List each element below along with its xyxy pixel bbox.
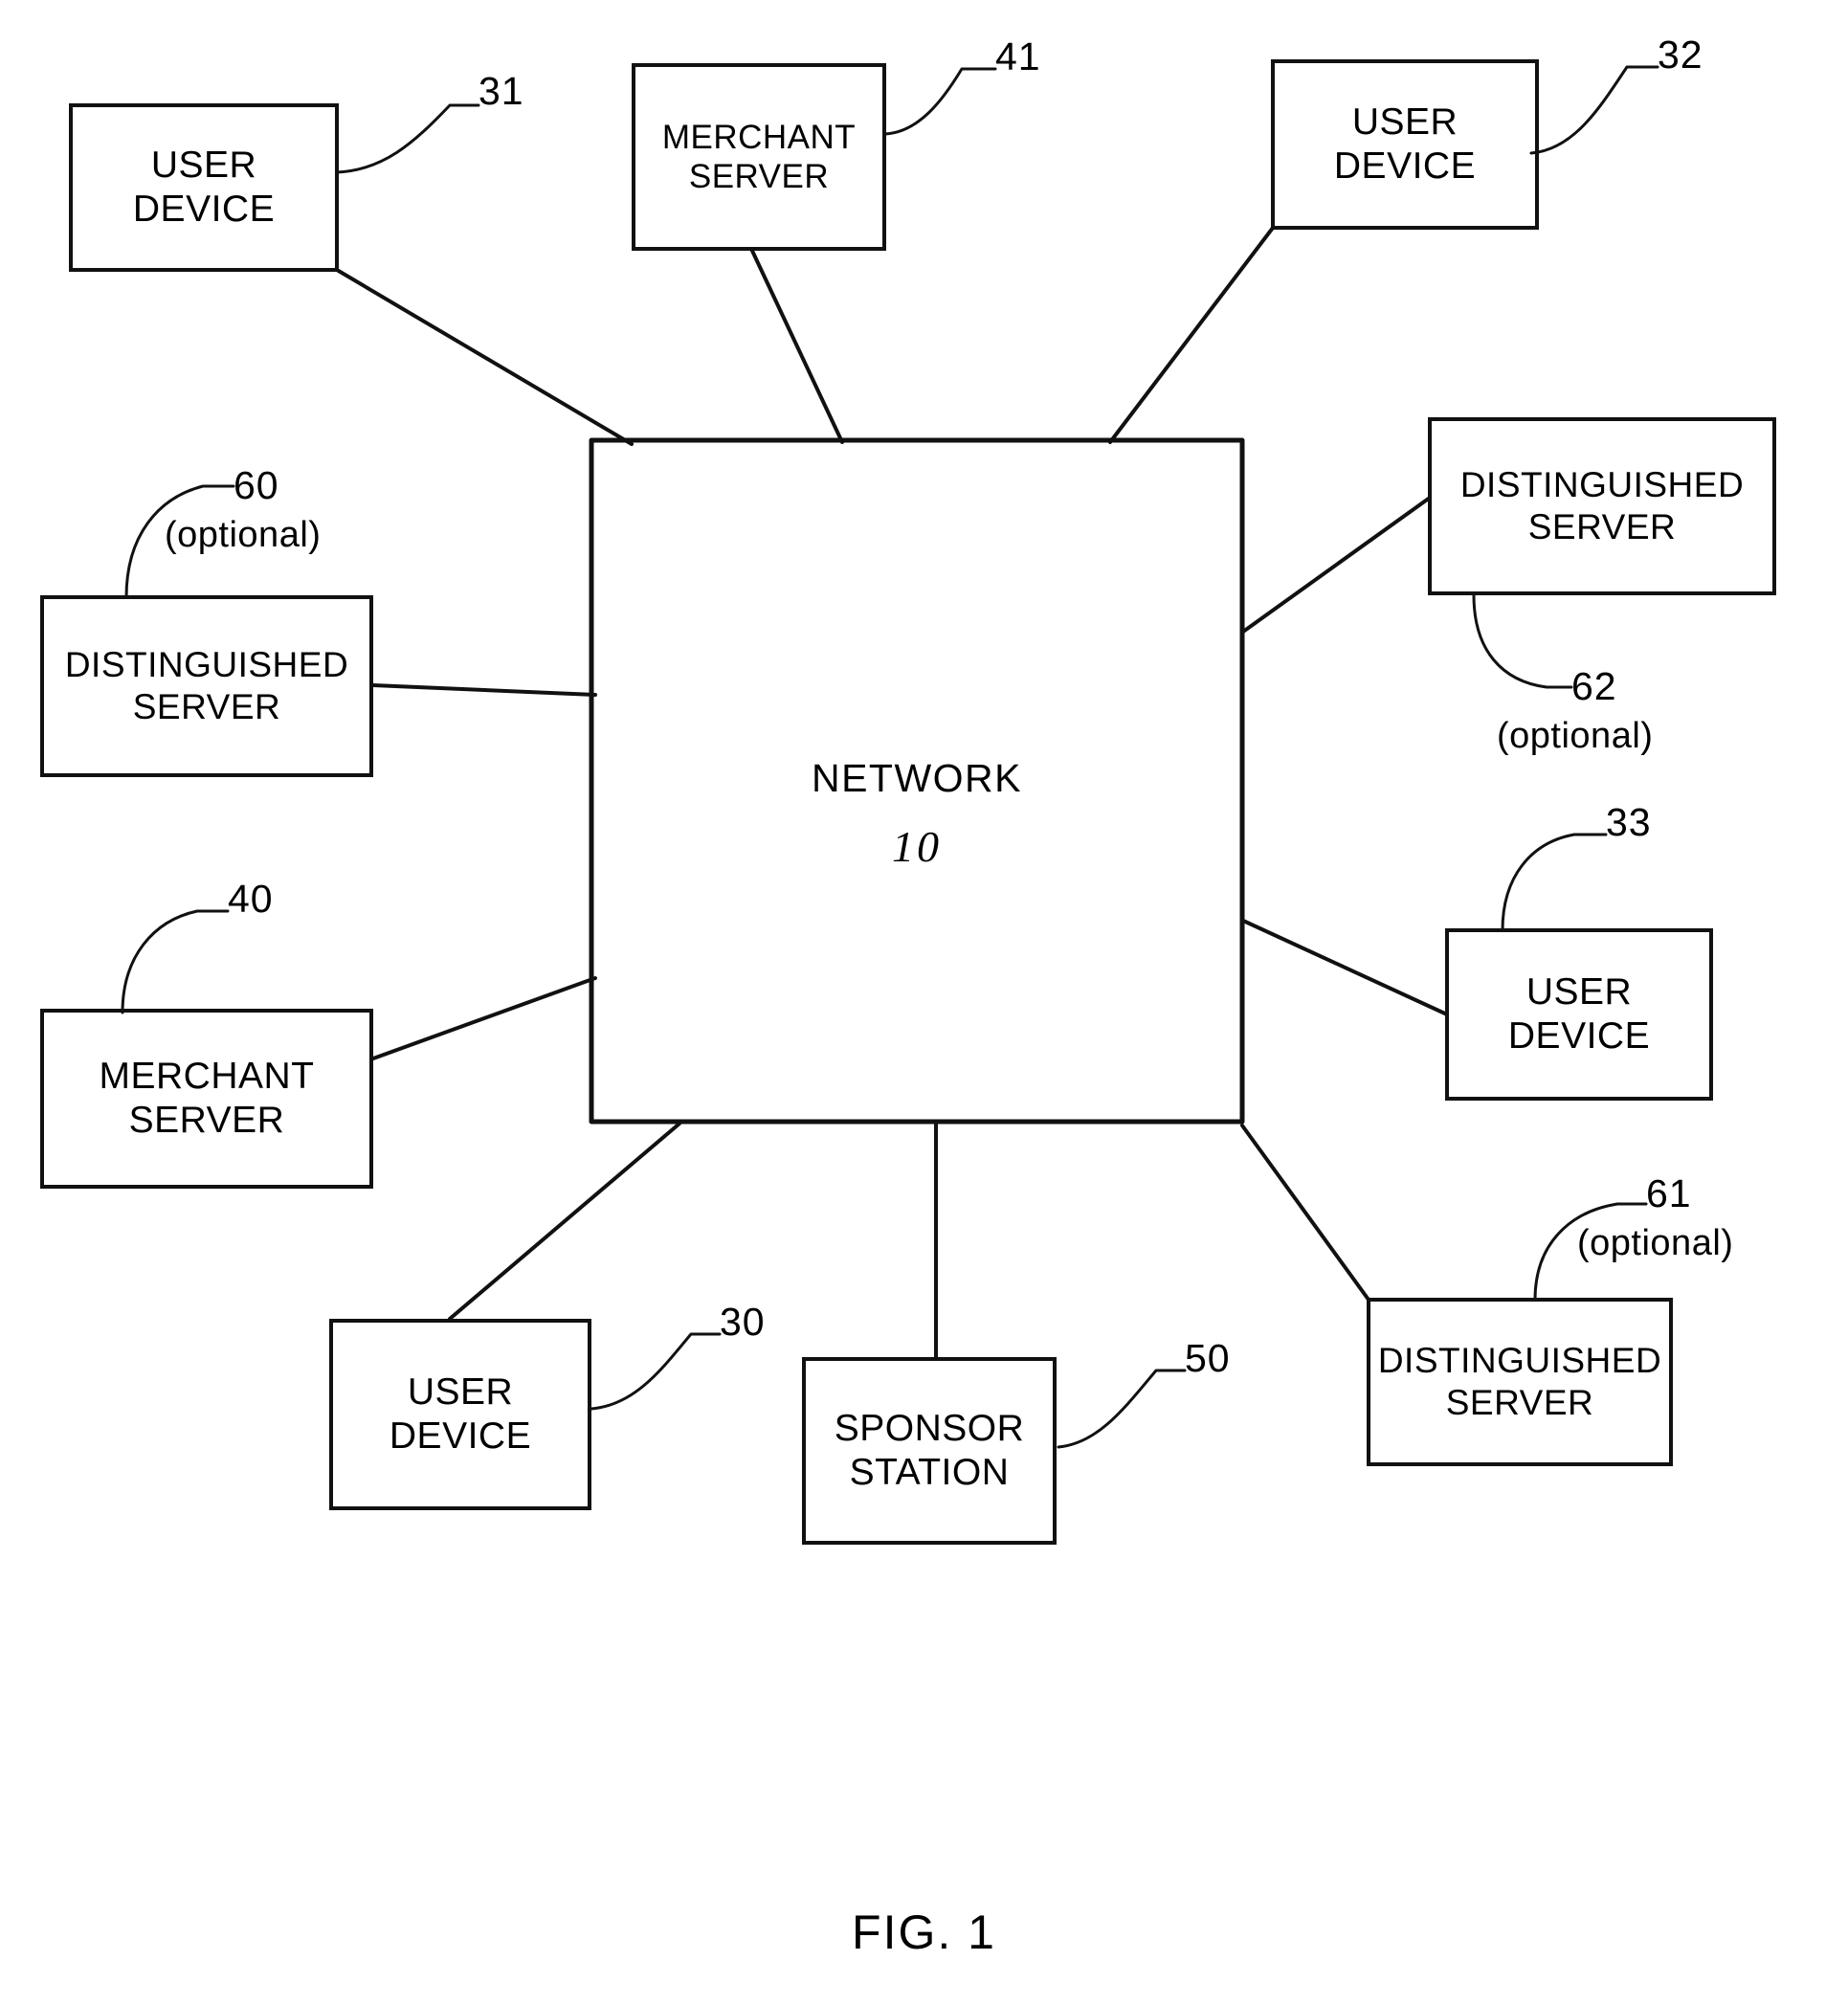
optional-label-60: (optional): [165, 515, 322, 555]
link-user-device-30: [448, 1122, 681, 1321]
node-merchant-server-40[interactable]: MERCHANT SERVER: [40, 1009, 373, 1189]
node-label-line2: SERVER: [688, 158, 830, 195]
link-user-device-32: [1108, 226, 1275, 444]
leader-line-33: [1501, 833, 1608, 932]
reference-numeral-61: 61: [1646, 1171, 1692, 1215]
reference-numeral-60: 60: [234, 463, 279, 507]
link-distinguished-server-62: [1241, 496, 1432, 634]
node-distinguished-server-61[interactable]: DISTINGUISHED SERVER: [1367, 1298, 1673, 1466]
link-user-device-33: [1241, 919, 1449, 1016]
node-label-line2: STATION: [849, 1452, 1010, 1493]
node-label-line1: DISTINGUISHED: [64, 645, 349, 685]
reference-numeral-62: 62: [1571, 664, 1617, 708]
link-user-device-31: [335, 268, 634, 446]
node-label-line2: DEVICE: [132, 189, 276, 230]
node-label-line1: USER: [150, 144, 257, 186]
node-label-line1: USER: [1351, 100, 1458, 143]
network-reference-numeral: 10: [892, 822, 942, 871]
leader-line-62: [1472, 593, 1573, 689]
leader-line-32: [1529, 65, 1659, 155]
reference-numeral-40: 40: [228, 877, 274, 921]
link-merchant-server-41: [750, 249, 844, 444]
figure-page: NETWORK 10 USER DEVICE 31 MERCHANT SERVE…: [0, 0, 1848, 2005]
node-label-line1: DISTINGUISHED: [1459, 465, 1745, 505]
node-label-line1: USER: [407, 1370, 514, 1413]
reference-numeral-32: 32: [1658, 33, 1703, 77]
node-user-device-31[interactable]: USER DEVICE: [69, 103, 339, 272]
reference-numeral-30: 30: [720, 1300, 766, 1344]
node-user-device-32[interactable]: USER DEVICE: [1271, 59, 1539, 230]
network-title: NETWORK: [811, 756, 1023, 800]
node-label-line1: DISTINGUISHED: [1377, 1341, 1662, 1381]
node-label-line2: SERVER: [1527, 507, 1677, 546]
leader-line-30: [590, 1332, 722, 1411]
figure-caption: FIG. 1: [852, 1905, 996, 1959]
node-label-line1: SPONSOR: [834, 1407, 1025, 1449]
reference-numeral-50: 50: [1185, 1336, 1231, 1380]
reference-numeral-41: 41: [995, 34, 1041, 78]
leader-line-40: [121, 909, 230, 1014]
node-merchant-server-41[interactable]: MERCHANT SERVER: [632, 63, 886, 251]
link-merchant-server-40: [371, 976, 597, 1060]
optional-label-62: (optional): [1497, 716, 1654, 756]
node-label-line2: SERVER: [132, 687, 281, 726]
node-distinguished-server-60[interactable]: DISTINGUISHED SERVER: [40, 595, 373, 777]
leader-line-50: [1057, 1369, 1187, 1449]
node-label-line1: USER: [1525, 970, 1633, 1013]
node-label-line2: SERVER: [1445, 1383, 1594, 1422]
node-user-device-33[interactable]: USER DEVICE: [1445, 928, 1713, 1101]
node-user-device-30[interactable]: USER DEVICE: [329, 1319, 591, 1510]
link-distinguished-server-60: [371, 683, 597, 697]
node-label-line1: MERCHANT: [661, 118, 857, 156]
node-label-line1: MERCHANT: [99, 1055, 315, 1097]
node-label-line2: DEVICE: [1333, 145, 1477, 187]
reference-numeral-33: 33: [1606, 800, 1652, 844]
node-label-line2: SERVER: [128, 1100, 285, 1141]
node-distinguished-server-62[interactable]: DISTINGUISHED SERVER: [1428, 417, 1776, 595]
node-label-line2: DEVICE: [389, 1415, 532, 1457]
leader-line-41: [883, 67, 997, 136]
leader-line-31: [335, 103, 480, 174]
reference-numeral-31: 31: [479, 69, 524, 113]
node-sponsor-station-50[interactable]: SPONSOR STATION: [802, 1357, 1057, 1545]
node-label-line2: DEVICE: [1507, 1015, 1651, 1057]
link-distinguished-server-61: [1240, 1124, 1370, 1302]
optional-label-61: (optional): [1577, 1223, 1734, 1263]
